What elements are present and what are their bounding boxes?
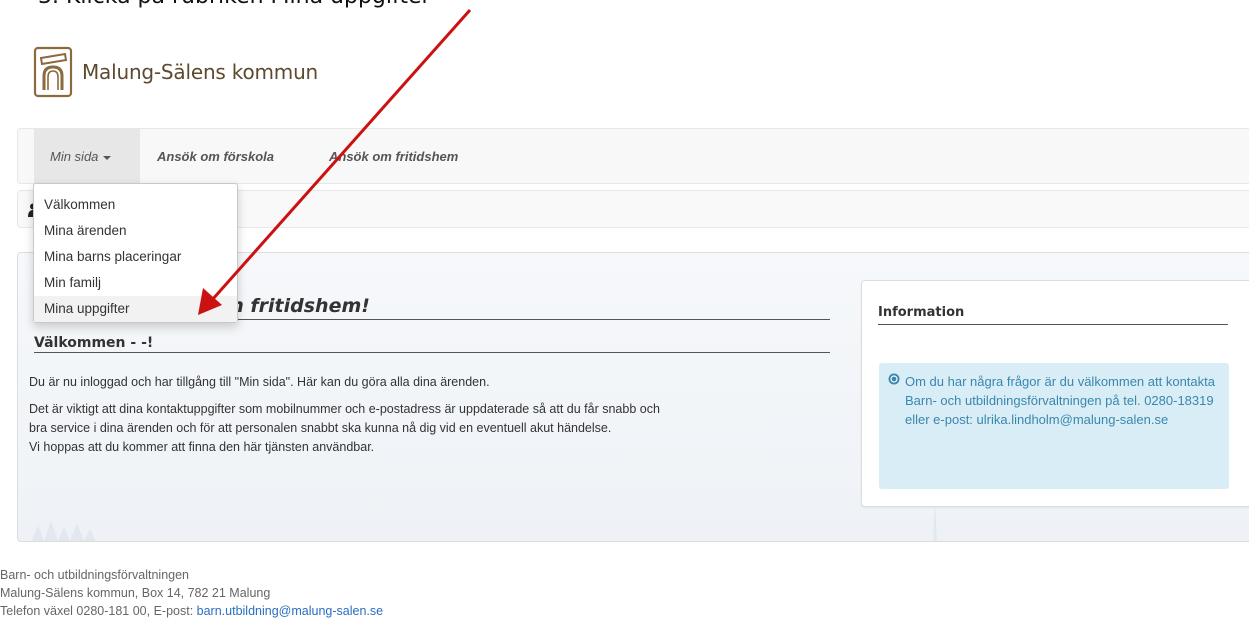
dropdown-item-mina-barns-placeringar[interactable]: Mina barns placeringar bbox=[34, 244, 237, 270]
information-title: Information bbox=[878, 305, 1228, 325]
nav-ansok-fritidshem[interactable]: Ansök om fritidshem bbox=[329, 129, 458, 184]
nav-ansok-forskola[interactable]: Ansök om förskola bbox=[157, 129, 274, 184]
welcome-heading: Välkommen - -! bbox=[34, 335, 830, 353]
intro-text: Du är nu inloggad och har tillgång till … bbox=[29, 375, 490, 389]
footer-phone: Telefon växel 0280-181 00, E-post: bbox=[0, 604, 197, 618]
contact-info-text-3: Vi hoppas att du kommer att finna den hä… bbox=[29, 440, 375, 454]
footer-line-1: Barn- och utbildningsförvaltningen bbox=[0, 568, 190, 582]
information-alert: Om du har några frågor är du välkommen a… bbox=[879, 363, 1229, 489]
logo-emblem-icon bbox=[33, 46, 73, 98]
contact-info-text-2: bra service i dina ärenden och för att p… bbox=[29, 421, 612, 435]
footer-line-3: Telefon växel 0280-181 00, E-post: barn.… bbox=[0, 602, 383, 620]
footer-email-link[interactable]: barn.utbildning@malung-salen.se bbox=[197, 604, 383, 618]
instruction-text: 3. Klicka på rubriken Mina uppgifter bbox=[38, 0, 431, 9]
min-sida-dropdown: Välkommen Mina ärenden Mina barns placer… bbox=[33, 183, 238, 323]
main-navbar: Min sida Ansök om förskola Ansök om frit… bbox=[17, 128, 1249, 184]
logo-text: Malung-Sälens kommun bbox=[82, 60, 319, 84]
site-logo[interactable]: Malung-Sälens kommun bbox=[33, 44, 318, 100]
contact-info-text-1: Det är viktigt att dina kontaktuppgifter… bbox=[29, 402, 660, 416]
dropdown-item-min-familj[interactable]: Min familj bbox=[34, 270, 237, 296]
heading-tail: ch fritidshem! bbox=[218, 295, 370, 317]
dropdown-item-mina-uppgifter[interactable]: Mina uppgifter bbox=[34, 296, 237, 322]
footer-line-2: Malung-Sälens kommun, Box 14, 782 21 Mal… bbox=[0, 586, 271, 600]
trees-decoration bbox=[32, 521, 96, 541]
information-text: Om du har några frågor är du välkommen a… bbox=[905, 374, 1215, 427]
information-panel: Information Om du har några frågor är du… bbox=[861, 280, 1249, 507]
nav-min-sida-label: Min sida bbox=[50, 149, 99, 164]
caret-down-icon bbox=[103, 155, 112, 160]
dropdown-item-valkommen[interactable]: Välkommen bbox=[34, 192, 237, 218]
nav-min-sida[interactable]: Min sida bbox=[34, 129, 140, 184]
tower-decoration bbox=[933, 501, 937, 541]
dropdown-item-mina-arenden[interactable]: Mina ärenden bbox=[34, 218, 237, 244]
instruction-banner: 3. Klicka på rubriken Mina uppgifter bbox=[0, 0, 1249, 38]
info-circle-icon bbox=[888, 373, 900, 385]
page-footer: Barn- och utbildningsförvaltningen Malun… bbox=[0, 566, 383, 620]
